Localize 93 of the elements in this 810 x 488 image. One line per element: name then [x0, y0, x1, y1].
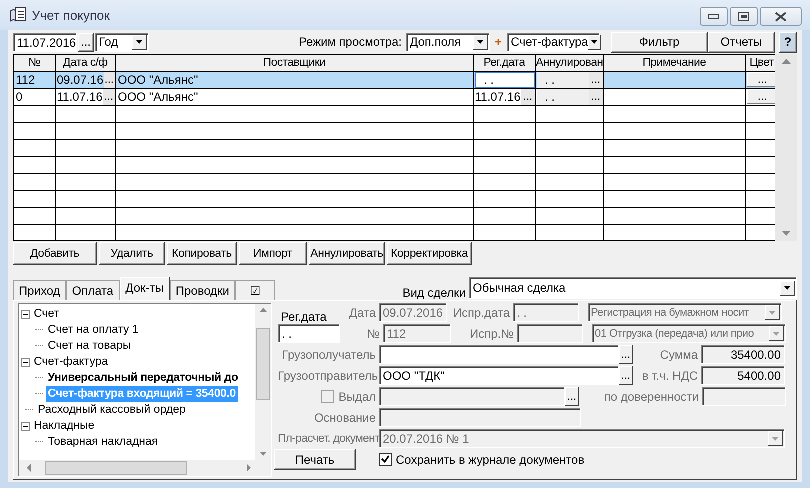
action-button[interactable]: Удалить — [99, 242, 165, 265]
plus-sign: + — [494, 35, 502, 49]
column-header[interactable]: № — [14, 55, 56, 71]
tree-item[interactable]: Расходный кассовый ордер — [36, 402, 188, 418]
scrollbar[interactable] — [19, 460, 271, 476]
tree-item[interactable]: Счет на товары — [46, 338, 134, 354]
column-header[interactable]: Примечание — [604, 55, 746, 71]
document-type-dropdown[interactable]: Счет-фактура — [507, 32, 600, 52]
date-input[interactable]: . . — [475, 72, 535, 88]
ellipsis-button[interactable]: ... — [521, 89, 535, 105]
field-label: Грузоотправитель — [278, 368, 376, 382]
date-picker-button[interactable]: ... — [78, 32, 94, 52]
collapse-icon[interactable] — [21, 358, 30, 366]
column-header[interactable]: Рег.дата — [474, 55, 536, 71]
field-label: Основание — [313, 410, 376, 424]
field-label: в т.ч. НДС — [641, 368, 698, 382]
close-icon — [774, 12, 788, 22]
field-label: № — [366, 326, 380, 340]
date-field[interactable]: . . — [278, 324, 340, 343]
field-label: Сумма — [659, 348, 698, 362]
scroll-thumb[interactable] — [45, 461, 187, 475]
consignee-field[interactable] — [379, 345, 619, 364]
view-mode-label: Режим просмотра: — [298, 35, 402, 49]
table-row[interactable]: 112 09.07.16... ООО "Альянс" . . . . ... ... — [14, 72, 776, 89]
ellipsis-button[interactable]: ... — [589, 72, 603, 88]
print-button[interactable]: Печать — [274, 449, 356, 470]
toolbar-button[interactable]: Отчеты — [708, 32, 775, 52]
document-icon — [10, 7, 28, 23]
tab[interactable]: Проводки — [170, 280, 236, 300]
tree-item[interactable]: Счет-фактура — [32, 354, 110, 370]
collapse-icon[interactable] — [21, 310, 30, 318]
field-label: Выдал — [338, 390, 376, 404]
close-button[interactable] — [760, 7, 802, 26]
color-button[interactable]: ... — [747, 89, 776, 104]
table-cell: 11.07.16 — [475, 89, 521, 105]
scrollbar[interactable] — [775, 54, 797, 241]
scroll-thumb[interactable] — [256, 328, 270, 400]
tab[interactable]: Док-ты — [120, 277, 170, 300]
field-label: Дата — [348, 306, 376, 320]
table-cell: ООО "Альянс" — [116, 72, 474, 88]
table-cell: 112 — [14, 72, 56, 88]
action-button[interactable]: Аннулировать — [309, 242, 385, 265]
color-button[interactable]: ... — [747, 72, 776, 87]
ellipsis-button[interactable]: ... — [104, 72, 115, 88]
column-header[interactable]: Аннулирован — [536, 55, 604, 71]
field-label: по доверенности — [603, 390, 699, 404]
tab[interactable]: ☑ — [235, 280, 276, 300]
table-cell: 0 — [14, 89, 56, 105]
action-button[interactable]: Копировать — [167, 242, 237, 265]
checkbox-label: Сохранить в журнале документов — [396, 452, 585, 466]
column-header[interactable]: Поставщики — [116, 55, 474, 71]
period-dropdown[interactable]: Год — [95, 32, 149, 52]
ellipsis-button[interactable]: ... — [619, 366, 633, 385]
tree-item[interactable]: Счет на оплату 1 — [46, 322, 141, 338]
ellipsis-button[interactable]: ... — [589, 89, 603, 105]
deal-type-dropdown[interactable]: Обычная сделка — [469, 277, 797, 299]
action-button[interactable]: Импорт — [239, 242, 307, 265]
tree-item[interactable]: Накладные — [32, 418, 97, 434]
column-header[interactable]: Дата с/ф — [56, 55, 116, 71]
table-row[interactable]: 0 11.07.16... ООО "Альянс" 11.07.16 ... . . ... ... — [14, 89, 776, 106]
action-button[interactable]: Корректировка — [387, 242, 472, 265]
table-cell: . . — [537, 89, 589, 105]
field-label: Испр.дата — [452, 306, 510, 320]
tree-item[interactable]: Товарная накладная — [46, 434, 160, 450]
minimize-icon — [708, 12, 720, 20]
tree-item[interactable]: Универсальный передаточный до — [46, 370, 240, 386]
shipper-field[interactable]: ООО "ТДК" — [379, 366, 619, 385]
table-cell: 11.07.16 — [57, 89, 103, 105]
view-mode-dropdown[interactable]: Доп.поля — [406, 32, 490, 52]
maximize-icon — [738, 12, 750, 22]
checkmark-icon — [381, 455, 390, 464]
action-button[interactable]: Добавить — [13, 242, 97, 265]
tree-item[interactable]: Счет — [32, 306, 62, 322]
collapse-icon[interactable] — [21, 422, 30, 430]
toolbar-button[interactable]: Фильтр — [611, 32, 708, 52]
field-label: Испр.№ — [468, 326, 514, 340]
window-title: Учет покупок — [32, 8, 111, 22]
ellipsis-button[interactable]: ... — [102, 89, 115, 105]
scrollbar[interactable] — [255, 304, 271, 460]
deal-type-label: Вид сделки — [402, 286, 466, 300]
minimize-button[interactable] — [700, 7, 728, 26]
field-label: Рег.дата — [280, 310, 328, 324]
table-cell: 09.07.16 — [57, 72, 104, 88]
tab[interactable]: Оплата — [66, 280, 120, 300]
checkbox[interactable] — [379, 453, 392, 466]
date-field[interactable]: 11.07.2016 — [13, 32, 77, 52]
maximize-button[interactable] — [730, 7, 758, 26]
table-cell: . . — [537, 72, 589, 88]
tab[interactable]: Приход — [13, 280, 66, 300]
field-label: Грузополучатель — [281, 348, 376, 362]
help-button[interactable]: ? — [779, 32, 797, 52]
ellipsis-button[interactable]: ... — [619, 345, 633, 364]
table-cell: ООО "Альянс" — [116, 89, 474, 105]
